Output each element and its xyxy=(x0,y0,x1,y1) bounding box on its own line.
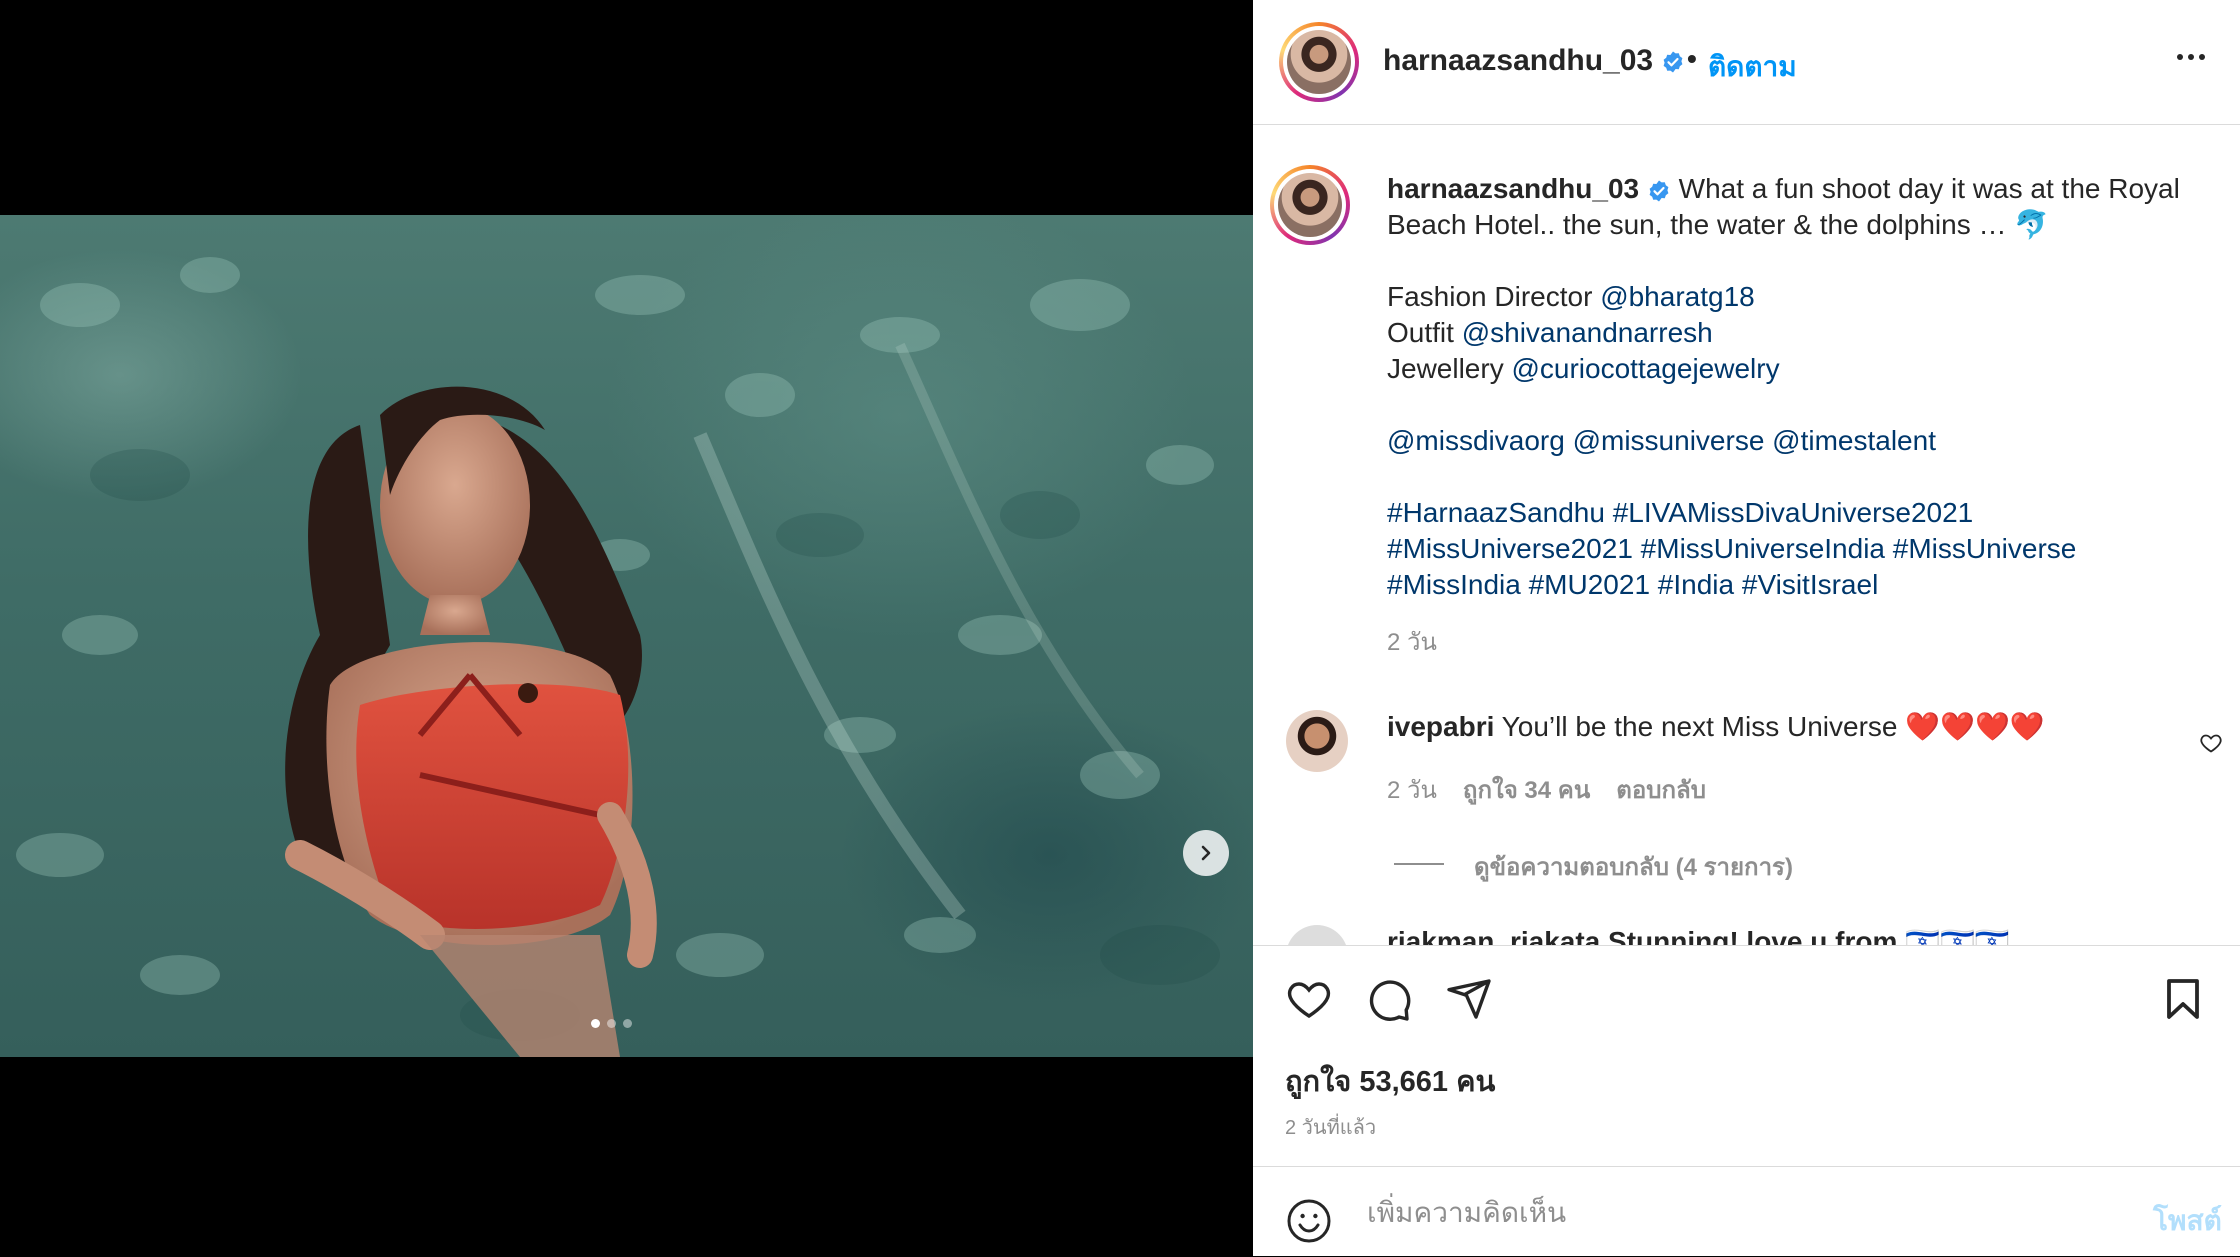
mention-link[interactable]: @curiocottagejewelry xyxy=(1511,353,1779,384)
follow-button[interactable]: ติดตาม xyxy=(1708,45,1797,89)
photo-water-rocks xyxy=(16,257,1220,1057)
post-photo[interactable] xyxy=(0,215,1253,1057)
paper-plane-icon[interactable] xyxy=(1445,975,1493,1023)
commenter-avatar[interactable] xyxy=(1286,710,1348,772)
caption-credit-2: Outfit @shivanandnarresh xyxy=(1387,317,1713,348)
carousel-dot-3 xyxy=(623,1019,632,1028)
posted-time[interactable]: 2 วันที่แล้ว xyxy=(1285,1111,1376,1143)
post-media-pane xyxy=(0,0,1253,1256)
mention-link[interactable]: @bharatg18 xyxy=(1600,281,1755,312)
bookmark-icon[interactable] xyxy=(2159,975,2207,1023)
post-side-panel: harnaazsandhu_03 • ติดตาม harnaazsandhu_… xyxy=(1253,0,2240,1256)
header-separator: • xyxy=(1687,43,1697,74)
mention-link[interactable]: @shivanandnarresh xyxy=(1462,317,1713,348)
carousel-dot-2 xyxy=(607,1019,616,1028)
comment-meta: 2 วัน ถูกใจ 34 คน ตอบกลับ xyxy=(1387,770,1706,809)
more-options-icon xyxy=(2177,54,2183,60)
author-username[interactable]: harnaazsandhu_03 xyxy=(1383,44,1685,78)
next-commenter-avatar[interactable] xyxy=(1286,925,1348,945)
author-avatar[interactable] xyxy=(1279,22,1359,102)
verified-badge-icon xyxy=(1649,180,1669,202)
carousel-next-button[interactable] xyxy=(1183,830,1229,876)
comment-icon[interactable] xyxy=(1365,975,1413,1023)
caption-credit-1: Fashion Director @bharatg18 xyxy=(1387,281,1755,312)
comment-input[interactable] xyxy=(1365,1187,2049,1239)
post-caption: harnaazsandhu_03 What a fun shoot day it… xyxy=(1387,171,2207,661)
carousel-dot-1 xyxy=(591,1019,600,1028)
heart-icon[interactable] xyxy=(1285,975,1333,1023)
caption-credit-3: Jewellery @curiocottagejewelry xyxy=(1387,353,1780,384)
comments-section[interactable]: harnaazsandhu_03 What a fun shoot day it… xyxy=(1253,125,2240,945)
more-options-button[interactable] xyxy=(2177,54,2205,60)
comment: ivepabri You’ll be the next Miss Univers… xyxy=(1387,709,2167,745)
caption-author-avatar[interactable] xyxy=(1270,165,1350,245)
comment-likes[interactable]: ถูกใจ 34 คน xyxy=(1463,770,1590,809)
verified-badge-icon xyxy=(1664,51,1683,73)
caption-username[interactable]: harnaazsandhu_03 xyxy=(1387,173,1639,204)
replies-divider xyxy=(1394,863,1444,865)
caption-hashtags[interactable]: #MissUniverse2021 #MissUniverseIndia #Mi… xyxy=(1387,531,2207,567)
next-comment-peek: riakman_riakata Stunning! love u from 🇮🇱… xyxy=(1387,926,2010,945)
reply-button[interactable]: ตอบกลับ xyxy=(1616,770,1706,809)
smiley-icon[interactable] xyxy=(1285,1197,1333,1245)
post-comment-button[interactable]: โพสต์ xyxy=(2153,1199,2222,1243)
caption-timestamp[interactable]: 2 วัน xyxy=(1387,625,2207,661)
heart-outline-icon[interactable] xyxy=(2199,731,2223,755)
view-replies-button[interactable]: ดูข้อความตอบกลับ (4 รายการ) xyxy=(1474,847,1793,886)
comment-text: You’ll be the next Miss Universe ❤️❤️❤️❤… xyxy=(1494,711,2045,742)
author-username-text: harnaazsandhu_03 xyxy=(1383,44,1654,77)
caption-hashtags[interactable]: #HarnaazSandhu #LIVAMissDivaUniverse2021 xyxy=(1387,495,2207,531)
caption-mentions[interactable]: @missdivaorg @missuniverse @timestalent xyxy=(1387,423,2207,459)
likes-count[interactable]: ถูกใจ 53,661 คน xyxy=(1285,1058,1495,1104)
carousel-indicator xyxy=(591,1019,632,1028)
caption-hashtags[interactable]: #MissIndia #MU2021 #India #VisitIsrael xyxy=(1387,567,2207,603)
comment-timestamp[interactable]: 2 วัน xyxy=(1387,770,1437,809)
commenter-username[interactable]: ivepabri xyxy=(1387,711,1494,742)
add-comment-bar: โพสต์ xyxy=(1253,1166,2240,1257)
chevron-right-icon xyxy=(1201,845,1211,861)
post-actions: ถูกใจ 53,661 คน 2 วันที่แล้ว xyxy=(1253,945,2240,1166)
post-header: harnaazsandhu_03 • ติดตาม xyxy=(1253,4,2240,125)
